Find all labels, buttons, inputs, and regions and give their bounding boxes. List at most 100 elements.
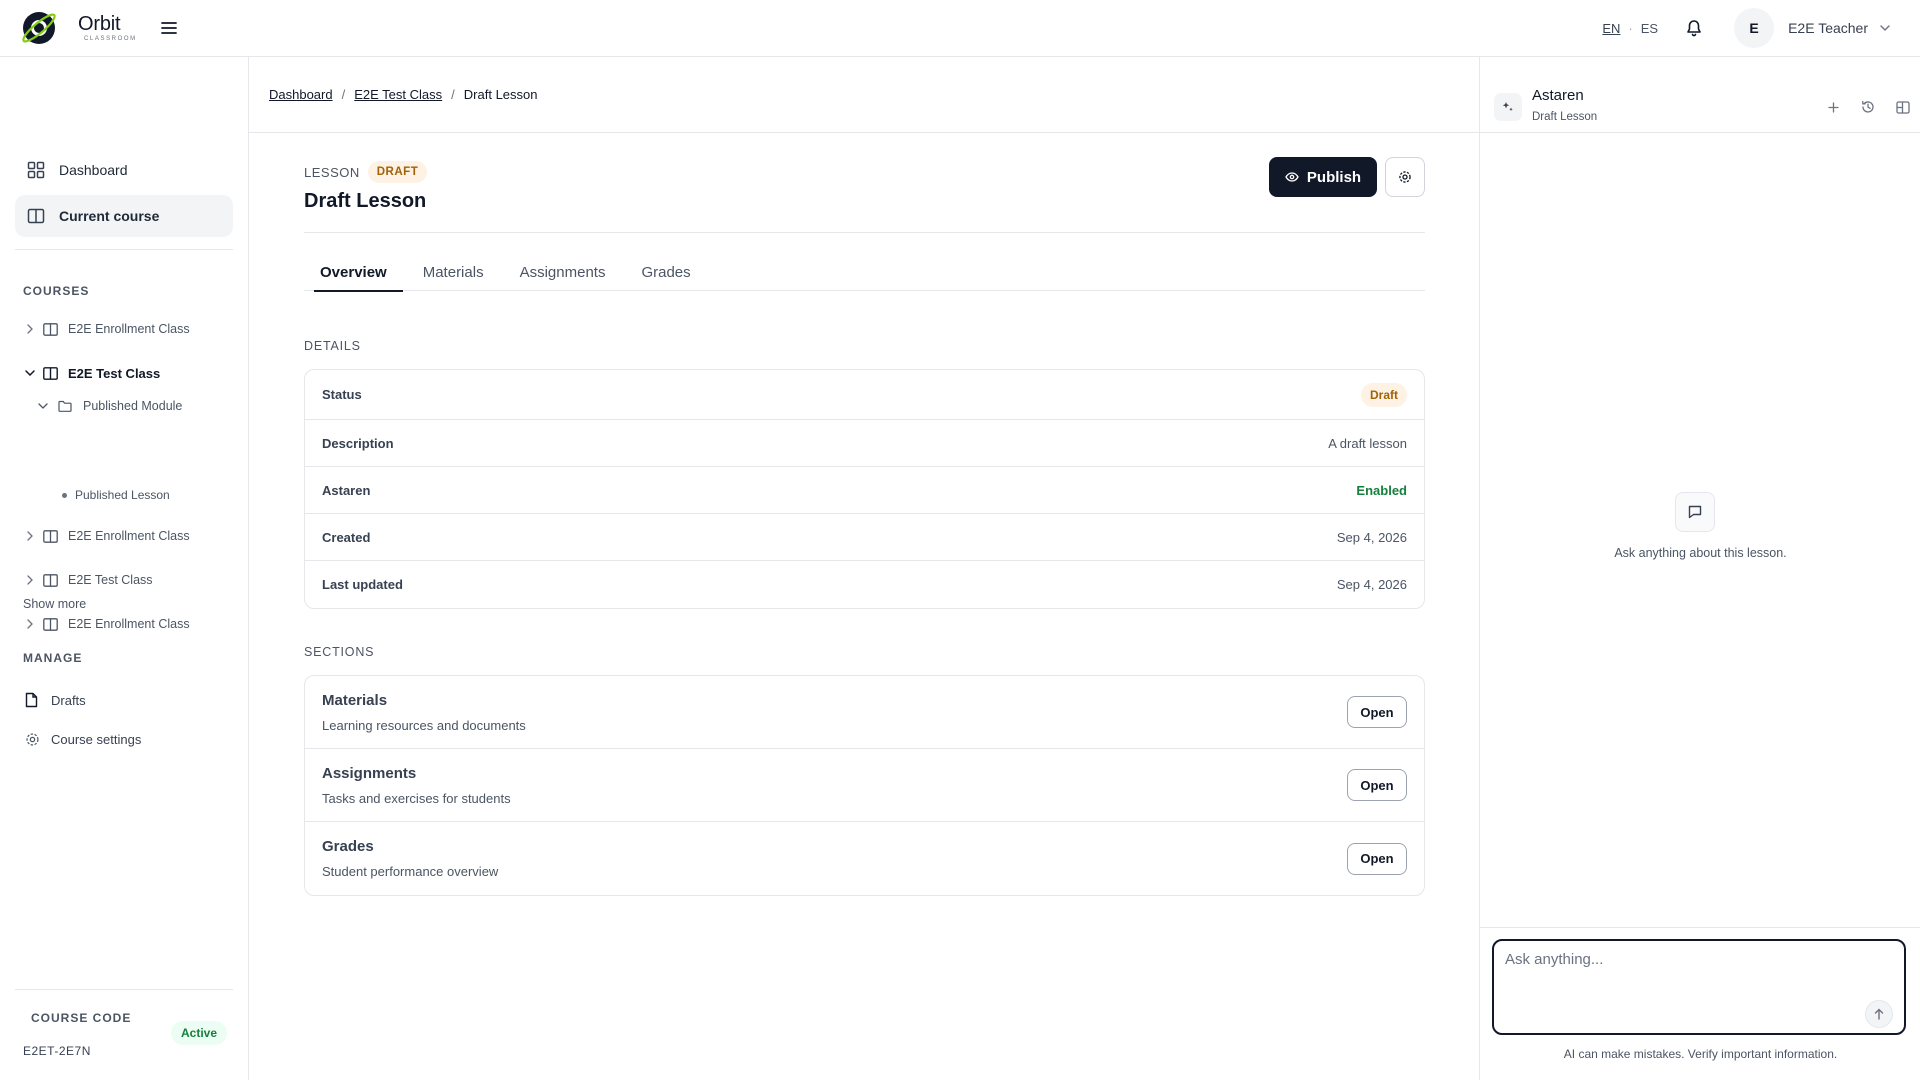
tab-grades[interactable]: Grades [625, 253, 706, 291]
details-heading: DETAILS [304, 339, 361, 353]
book-icon [43, 366, 59, 380]
ai-disclaimer: AI can make mistakes. Verify important i… [1563, 1047, 1838, 1061]
sidebar-item-dashboard[interactable]: Dashboard [15, 149, 233, 191]
sidebar-item-label: Course settings [51, 732, 142, 747]
status-badge: Active [171, 1021, 228, 1045]
plus-icon[interactable] [1823, 97, 1843, 117]
breadcrumb-separator: / [451, 87, 455, 102]
assistant-chat-input[interactable] [1492, 939, 1906, 1035]
assistant-title: Astaren [1532, 87, 1584, 104]
breadcrumb-course[interactable]: E2E Test Class [354, 87, 442, 102]
detail-label: Last updated [322, 577, 403, 592]
chevron-right-icon[interactable] [23, 619, 37, 629]
course-item-label: E2E Enrollment Class [68, 322, 190, 336]
chevron-right-icon[interactable] [23, 575, 37, 585]
detail-label: Created [322, 529, 371, 545]
bell-icon[interactable] [1684, 18, 1704, 38]
send-button[interactable] [1865, 1000, 1893, 1028]
avatar[interactable]: E [1734, 8, 1775, 48]
user-name[interactable]: E2E Teacher [1788, 20, 1868, 36]
language-switcher: EN · ES [1602, 21, 1658, 36]
breadcrumb-dashboard[interactable]: Dashboard [269, 87, 333, 102]
tab-assignments[interactable]: Assignments [504, 253, 622, 291]
eye-icon [1285, 172, 1299, 182]
brand-wordmark: Orbit CLASSROOM [78, 14, 137, 42]
section-description: Learning resources and documents [322, 717, 526, 733]
course-item-label: E2E Enrollment Class [68, 617, 190, 631]
course-item[interactable]: E2E Test Class [23, 568, 153, 592]
detail-value: Sep 4, 2026 [1336, 577, 1407, 592]
chevron-down-icon[interactable] [36, 403, 50, 409]
dashboard-icon [27, 161, 45, 179]
bullet-icon [62, 492, 67, 498]
chevron-down-icon[interactable] [23, 370, 37, 376]
section-title: Grades [322, 838, 374, 855]
course-item-label: E2E Enrollment Class [68, 529, 190, 543]
detail-label: Description [322, 435, 394, 451]
sidebar-item-label: Current course [59, 208, 160, 224]
lesson-item-label: Published Lesson [75, 488, 170, 502]
sparkle-icon [1494, 93, 1522, 121]
open-materials-button[interactable]: Open [1347, 696, 1407, 728]
sidebar-item-label: Dashboard [59, 162, 128, 178]
course-code-label: COURSE CODE [31, 1011, 132, 1025]
module-item-label: Published Module [83, 399, 183, 413]
sidebar-item-course-settings[interactable]: Course settings [25, 732, 141, 747]
sections-heading: SECTIONS [304, 645, 375, 659]
section-row-assignments: Assignments Tasks and exercises for stud… [305, 749, 1424, 822]
lesson-item[interactable]: Published Lesson [62, 483, 170, 507]
book-icon [43, 617, 59, 631]
book-open-icon [27, 207, 45, 225]
lesson-type-label: LESSON [304, 164, 360, 180]
history-icon[interactable] [1858, 97, 1878, 117]
detail-row-status: Status Draft [305, 370, 1424, 420]
tab-overview[interactable]: Overview [304, 253, 403, 292]
panel-toggle-icon[interactable] [1893, 97, 1913, 117]
gear-icon [25, 732, 41, 747]
breadcrumb: Dashboard / E2E Test Class / Draft Lesso… [249, 57, 1479, 133]
publish-button[interactable]: Publish [1269, 157, 1377, 197]
chevron-down-icon[interactable] [1880, 25, 1890, 31]
tab-materials[interactable]: Materials [407, 253, 500, 291]
lang-es[interactable]: ES [1641, 21, 1658, 36]
lesson-type-row: LESSON DRAFT [304, 161, 428, 183]
detail-row-last-updated: Last updated Sep 4, 2026 [305, 561, 1424, 608]
lesson-settings-button[interactable] [1385, 157, 1425, 197]
brand-logo[interactable]: Orbit CLASSROOM [20, 9, 137, 47]
chevron-right-icon[interactable] [23, 531, 37, 541]
menu-icon[interactable] [159, 18, 179, 38]
detail-row-astaren: Astaren Enabled [305, 467, 1424, 514]
sidebar-divider [15, 989, 233, 990]
sidebar-item-drafts[interactable]: Drafts [25, 692, 86, 708]
section-title: Materials [322, 691, 388, 709]
publish-label: Publish [1306, 168, 1362, 186]
section-title: Assignments [322, 764, 417, 782]
courses-section-label: COURSES [23, 284, 90, 298]
section-text: Assignments Tasks and exercises for stud… [322, 765, 511, 806]
detail-label: Status [322, 387, 362, 402]
show-more-link[interactable]: Show more [23, 597, 86, 611]
section-description: Student performance overview [322, 864, 499, 879]
course-item[interactable]: E2E Enrollment Class [23, 524, 190, 548]
top-bar: Orbit CLASSROOM EN · ES E E2E Teacher [0, 0, 1920, 57]
draft-badge: DRAFT [367, 161, 428, 183]
detail-value: Sep 4, 2026 [1336, 529, 1407, 545]
brand-name: Orbit [78, 13, 121, 35]
section-row-materials: Materials Learning resources and documen… [305, 676, 1424, 749]
page-title: Draft Lesson [304, 190, 427, 212]
sidebar: Dashboard Current course COURSES E2E Enr… [0, 57, 249, 1080]
chevron-right-icon[interactable] [23, 324, 37, 334]
open-assignments-button[interactable]: Open [1347, 769, 1407, 801]
module-item[interactable]: Published Module [36, 394, 182, 418]
section-text: Materials Learning resources and documen… [322, 692, 526, 733]
header-divider [304, 232, 1425, 233]
gear-icon [1398, 170, 1412, 184]
course-item-expanded[interactable]: E2E Test Class [23, 361, 160, 385]
course-item[interactable]: E2E Enrollment Class [23, 612, 190, 636]
course-item[interactable]: E2E Enrollment Class [23, 317, 190, 341]
lang-en[interactable]: EN [1602, 21, 1620, 36]
chat-bubble-icon [1675, 492, 1715, 532]
open-grades-button[interactable]: Open [1347, 842, 1407, 875]
sidebar-item-current-course[interactable]: Current course [15, 195, 233, 237]
detail-row-description: Description A draft lesson [305, 420, 1424, 467]
